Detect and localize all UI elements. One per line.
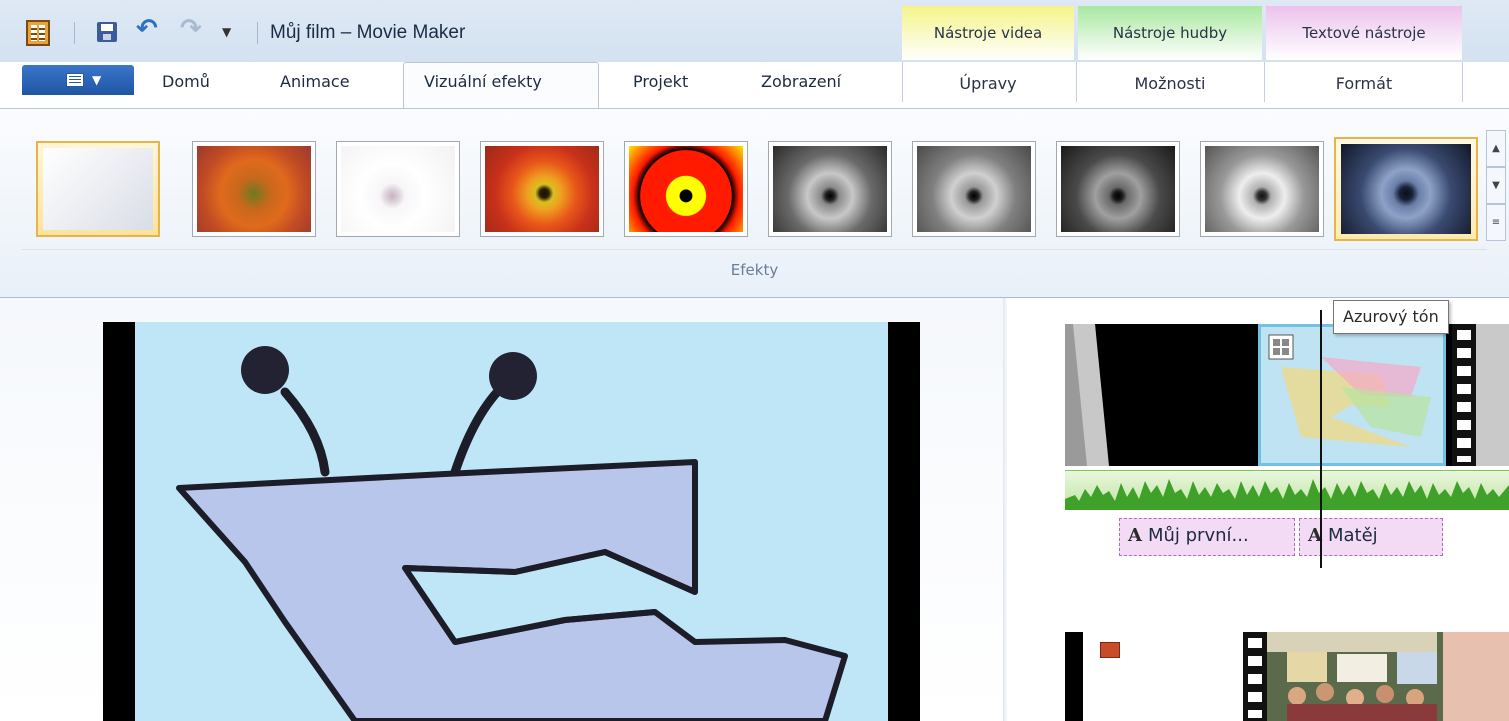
context-separator <box>1076 62 1077 102</box>
tab-edit[interactable]: Úpravy <box>902 74 1074 93</box>
no-effect-icon <box>43 148 153 230</box>
effect-black-white-contrast[interactable] <box>912 141 1036 237</box>
edge-detect-effect-icon <box>341 146 455 232</box>
undo-icon[interactable]: ↶ <box>136 14 158 44</box>
video-preview[interactable] <box>103 322 920 721</box>
warm-effect-icon <box>485 146 599 232</box>
context-group-text-tools: Textové nástroje Formát <box>1266 6 1462 102</box>
storyboard-clip[interactable] <box>1065 632 1509 721</box>
tab-home[interactable]: Domů <box>162 72 210 91</box>
group-photo-image <box>1267 632 1509 721</box>
effect-black-white[interactable] <box>768 141 892 237</box>
effect-none[interactable] <box>36 141 160 237</box>
storyboard-pane: A Můj první... A Matěj Azurový tón <box>1007 298 1509 721</box>
bw-effect-icon <box>773 146 887 232</box>
effect-cyan-tone[interactable] <box>1334 137 1478 241</box>
clip-thumbnail <box>1267 632 1509 721</box>
effect-blur[interactable] <box>192 141 316 237</box>
tab-project[interactable]: Projekt <box>633 72 688 91</box>
ribbon-group-label: Efekty <box>730 261 779 279</box>
tab-view[interactable]: Zobrazení <box>761 72 841 91</box>
tab-animations[interactable]: Animace <box>280 72 350 91</box>
bw-dark-effect-icon <box>1061 146 1175 232</box>
preview-pane <box>0 298 1003 721</box>
context-separator <box>1462 62 1463 102</box>
caption-text: Matěj <box>1327 525 1378 546</box>
context-separator <box>902 62 903 102</box>
file-menu-icon <box>66 73 84 87</box>
workspace: A Můj první... A Matěj Azurový tón <box>0 298 1509 721</box>
qa-separator <box>74 22 75 44</box>
save-icon[interactable] <box>97 22 117 42</box>
tab-options[interactable]: Možnosti <box>1078 74 1262 93</box>
group-divider <box>22 249 1487 250</box>
playhead[interactable] <box>1320 310 1322 568</box>
waveform-graphic <box>1065 479 1509 510</box>
qa-separator <box>257 22 258 44</box>
app-icon[interactable] <box>26 20 50 46</box>
context-group-header: Nástroje hudby <box>1078 6 1262 60</box>
effect-tooltip: Azurový tón <box>1333 300 1449 334</box>
clip-thumbnail <box>1258 324 1446 466</box>
blur-effect-icon <box>197 146 311 232</box>
window-title: Můj film – Movie Maker <box>270 22 466 43</box>
context-group-music-tools: Nástroje hudby Možnosti <box>1078 6 1262 102</box>
effect-warm[interactable] <box>480 141 604 237</box>
film-strip <box>1452 324 1476 466</box>
effect-black-white-dark[interactable] <box>1056 141 1180 237</box>
qa-dropdown-icon[interactable]: ▼ <box>222 25 242 45</box>
gallery-scroll-down-button[interactable]: ▼ <box>1486 167 1506 204</box>
gallery-scrollbar: ▲ ▼ ≡ <box>1486 130 1506 242</box>
transition-thumbnail <box>1065 324 1109 466</box>
drawing-image <box>176 346 848 721</box>
effect-edge-detect[interactable] <box>336 141 460 237</box>
effect-black-white-light[interactable] <box>1200 141 1324 237</box>
caption-text: Můj první... <box>1147 525 1249 546</box>
context-group-video-tools: Nástroje videa Úpravy <box>902 6 1074 102</box>
file-menu-button[interactable]: ▼ <box>22 65 134 95</box>
tab-format[interactable]: Formát <box>1266 74 1462 93</box>
chevron-down-icon: ▼ <box>92 73 102 87</box>
effects-gallery <box>36 129 1484 249</box>
transition-thumbnail <box>1065 632 1083 721</box>
redo-icon[interactable]: ↷ <box>180 14 202 44</box>
effect-posterize[interactable] <box>624 141 748 237</box>
context-separator <box>1264 62 1265 102</box>
cyan-tone-effect-icon <box>1341 144 1471 234</box>
gallery-scroll-up-button[interactable]: ▲ <box>1486 130 1506 167</box>
text-caption-icon: A <box>1128 525 1142 546</box>
gallery-expand-button[interactable]: ≡ <box>1486 204 1506 241</box>
tab-visual-effects[interactable]: Vizuální efekty <box>424 72 542 91</box>
next-clip-thumbnail <box>1476 324 1509 466</box>
audio-waveform[interactable] <box>1065 470 1509 510</box>
context-group-header: Nástroje videa <box>902 6 1074 60</box>
ribbon: Efekty <box>0 108 1509 298</box>
posterize-effect-icon <box>629 146 743 232</box>
caption-clip[interactable]: A Můj první... <box>1119 518 1295 556</box>
film-strip <box>1243 632 1267 721</box>
bw-contrast-effect-icon <box>917 146 1031 232</box>
bw-light-effect-icon <box>1205 146 1319 232</box>
preview-image <box>135 322 888 721</box>
storyboard-clip[interactable] <box>1065 324 1509 466</box>
clip-thumbnail-image <box>1261 327 1443 463</box>
context-group-header: Textové nástroje <box>1266 6 1462 60</box>
photo-icon <box>1100 642 1120 658</box>
